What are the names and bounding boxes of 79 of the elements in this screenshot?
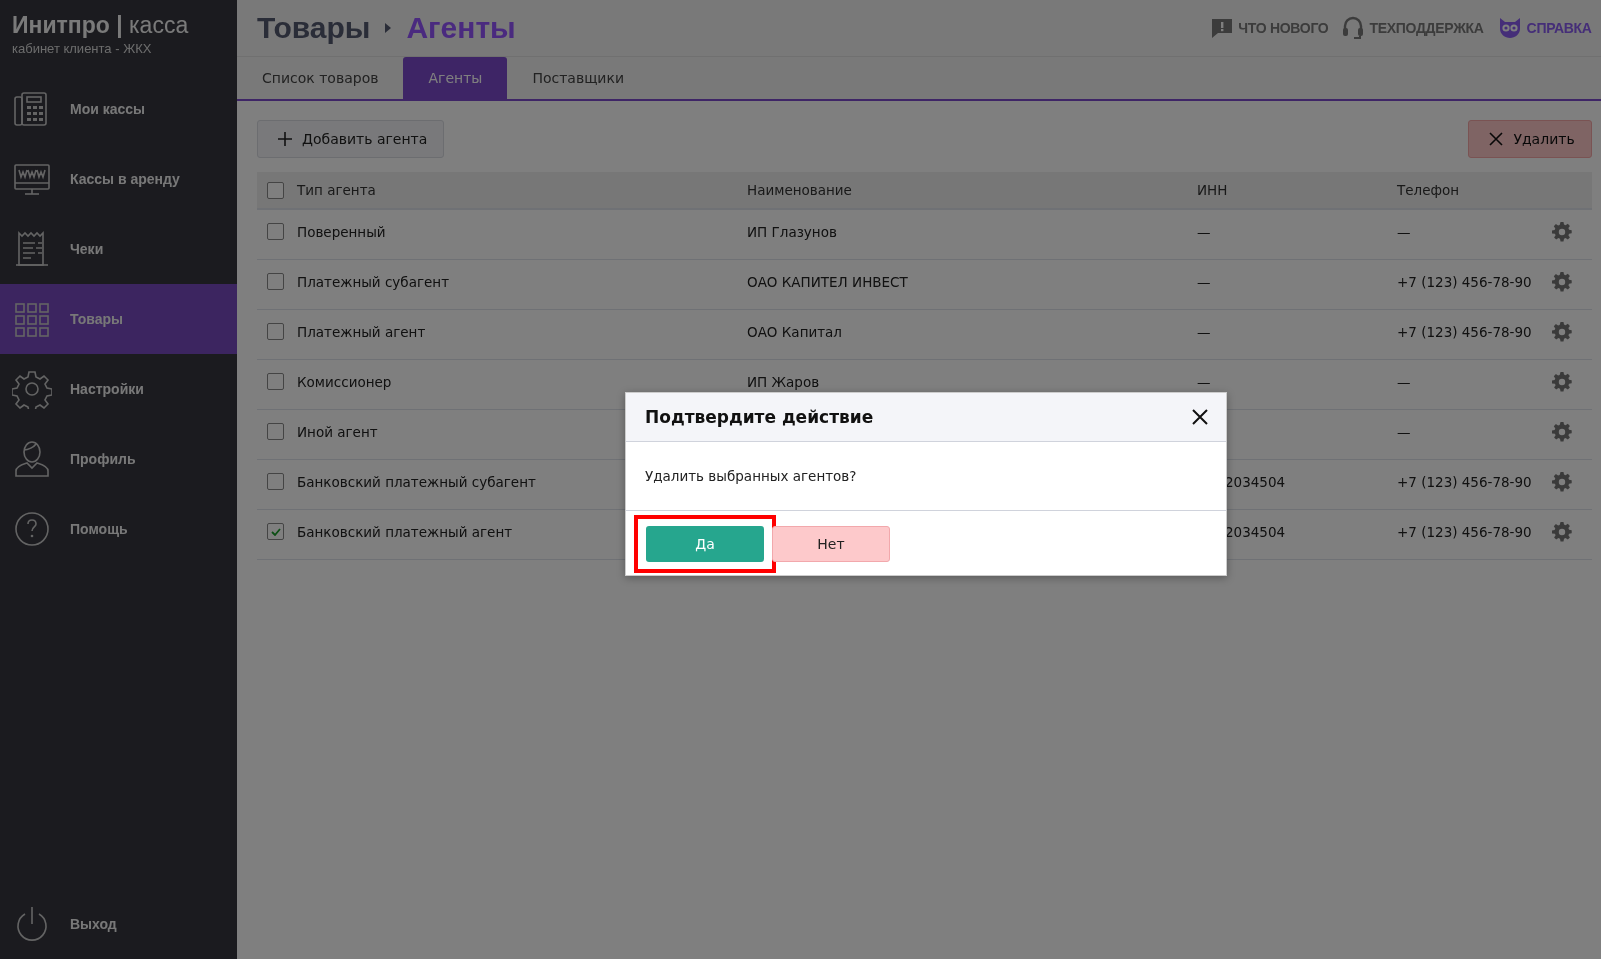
table-cell: Поверенный	[297, 223, 386, 240]
column-header: Телефон	[1397, 182, 1461, 198]
table-cell: —	[1397, 223, 1411, 240]
column-header: ИНН	[1197, 182, 1229, 198]
table-cell: —	[1197, 223, 1211, 240]
close-icon	[1192, 409, 1208, 425]
table-cell: Банковский платежный агент	[297, 523, 513, 540]
table-cell: —	[1197, 373, 1211, 390]
sidebar-item[interactable]: Профиль	[0, 424, 237, 494]
table-cell: ОАО КАПИТЕЛ ИНВЕСТ	[747, 273, 908, 290]
help-icon	[12, 509, 52, 549]
header-link[interactable]: ТЕХПОДДЕРЖКА	[1369, 20, 1484, 36]
gear-icon	[1551, 371, 1572, 392]
logout-item[interactable]: Выход	[0, 889, 237, 959]
tab[interactable]: Поставщики	[507, 57, 649, 99]
sidebar-item[interactable]: Помощь	[0, 494, 237, 564]
column-header: Тип агента	[297, 182, 377, 198]
checkmark-icon	[270, 527, 281, 536]
table-cell: —	[1397, 423, 1411, 440]
header-link[interactable]: ЧТО НОВОГО	[1238, 20, 1329, 36]
table-cell: —	[1197, 323, 1211, 340]
breadcrumb-item: Агенты	[406, 11, 516, 45]
gear-icon	[12, 369, 52, 409]
column-header: Наименование	[747, 182, 853, 198]
table-cell: —	[1197, 273, 1211, 290]
table-cell: ОАО Капитал	[747, 323, 842, 340]
checkbox[interactable]	[267, 473, 284, 490]
dialog-title: Подтвердите действие	[645, 407, 874, 427]
table-cell: +7 (123) 456-78-90	[1397, 523, 1532, 540]
table-cell: +7 (123) 456-78-90	[1397, 473, 1532, 490]
table-cell: Иной агент	[297, 423, 378, 440]
person-icon	[12, 439, 52, 479]
dialog-message: Удалить выбранных агентов?	[645, 468, 857, 484]
checkbox[interactable]	[267, 423, 284, 440]
cancel-button[interactable]: Нет	[772, 525, 890, 562]
owl-icon	[1497, 17, 1522, 39]
checkbox[interactable]	[267, 323, 284, 340]
tab[interactable]: Агенты	[403, 57, 508, 99]
checkbox[interactable]	[267, 523, 284, 540]
sidebar-item[interactable]: Настройки	[0, 354, 237, 424]
gear-icon	[1551, 271, 1572, 292]
sidebar-item[interactable]: Товары	[0, 284, 237, 354]
sidebar-item[interactable]: Кассы в аренду	[0, 144, 237, 214]
sidebar-item[interactable]: Мои кассы	[0, 74, 237, 144]
gear-icon	[1551, 221, 1572, 242]
table-cell: ИП Глазунов	[747, 223, 837, 240]
checkbox[interactable]	[267, 181, 284, 199]
table-cell: —	[1397, 373, 1411, 390]
plus-icon	[278, 132, 292, 146]
speech-bubble-icon	[1211, 17, 1234, 39]
sidebar-item[interactable]: Чеки	[0, 214, 237, 284]
table-cell: Комиссионер	[297, 373, 392, 390]
gear-icon	[1551, 521, 1572, 542]
gear-icon	[1551, 421, 1572, 442]
checkbox[interactable]	[267, 273, 284, 290]
table-cell: Платежный субагент	[297, 273, 450, 290]
header-link[interactable]: СПРАВКА	[1526, 20, 1592, 36]
table-cell: ИП Жаров	[747, 373, 820, 390]
gear-icon	[1551, 471, 1572, 492]
brand-logo: Инитпро | касса	[12, 12, 190, 39]
table-cell: Банковский платежный субагент	[297, 473, 536, 490]
confirm-button[interactable]: Да	[646, 525, 764, 562]
gear-icon	[1551, 321, 1572, 342]
table-cell-text: 2034504	[1224, 473, 1286, 490]
close-icon	[1489, 132, 1504, 146]
checkbox[interactable]	[267, 373, 284, 390]
tab[interactable]: Список товаров	[237, 57, 404, 99]
add-agent-button[interactable]: Добавить агента	[257, 120, 445, 158]
table-cell-text: 2034504	[1224, 523, 1286, 540]
delete-button[interactable]: Удалить	[1468, 120, 1592, 158]
checkbox[interactable]	[267, 223, 284, 240]
table-cell: +7 (123) 456-78-90	[1397, 273, 1532, 290]
table-cell: +7 (123) 456-78-90	[1397, 323, 1532, 340]
breadcrumb-item[interactable]: Товары	[257, 11, 371, 45]
brand-subtitle: кабинет клиента - ЖКХ	[12, 41, 153, 56]
table-cell: Платежный агент	[297, 323, 426, 340]
headset-icon	[1342, 16, 1365, 40]
breadcrumb-arrow-icon	[384, 23, 393, 33]
close-button[interactable]	[1190, 407, 1210, 427]
